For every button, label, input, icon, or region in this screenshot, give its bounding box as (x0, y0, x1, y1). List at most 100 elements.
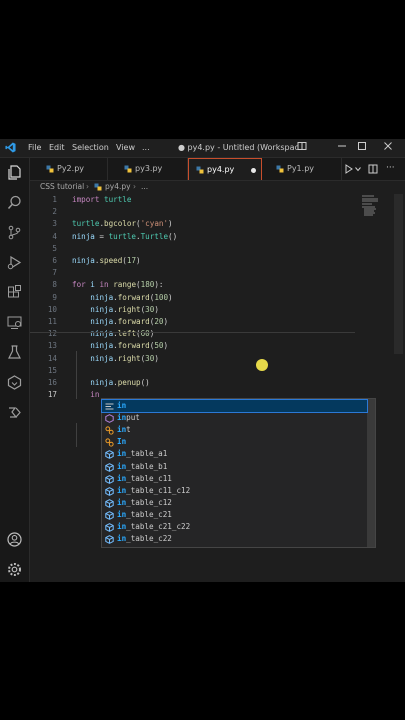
suggestion-label: In (117, 437, 127, 447)
line-number: 1 (52, 195, 57, 204)
chevron-down-icon[interactable] (355, 166, 361, 172)
suggestion-label: int (117, 425, 131, 435)
suggestion-item[interactable]: in_table_c11 (102, 473, 367, 485)
source-control-icon[interactable] (6, 224, 23, 241)
settings-gear-icon[interactable] (6, 561, 23, 578)
indent-guide (76, 423, 77, 447)
tab-py3[interactable]: py3.py (108, 158, 188, 180)
mouse-pointer-highlight (256, 359, 268, 371)
suggestion-item[interactable]: in_table_c11_c12 (102, 485, 367, 497)
line-number: 8 (52, 280, 57, 290)
python-file-icon (124, 165, 132, 173)
suggestions-scrollbar[interactable] (367, 399, 375, 547)
window-title: ● py4.py - Untitled (Workspac... (178, 143, 307, 152)
tab-label: Py1.py (287, 164, 315, 173)
breadcrumb-folder[interactable]: CSS tutorial (40, 181, 84, 193)
extensions-icon[interactable] (6, 284, 23, 301)
python-file-icon (46, 165, 54, 173)
testing-icon[interactable] (6, 344, 23, 361)
suggestion-label: in_table_c11_c12 (117, 485, 191, 495)
code-line[interactable]: import turtle (72, 195, 131, 204)
suggestion-item[interactable]: int (102, 424, 367, 436)
activity-bar (0, 158, 30, 582)
suggestion-label: in_table_c21 (117, 509, 172, 519)
search-icon[interactable] (6, 194, 23, 211)
suggestion-label: in_table_a1 (117, 449, 168, 459)
suggestion-item[interactable]: in_table_a1 (102, 448, 367, 460)
line-number: 7 (52, 268, 57, 278)
code-line[interactable]: ninja.right(30) (72, 354, 159, 363)
code-line[interactable]: ninja.right(30) (72, 305, 159, 314)
breadcrumb: CSS tutorial › py4.py › ... (30, 181, 405, 193)
autocomplete-suggestions: in input int In in_table_a1 in_table_b1 in_tab… (101, 398, 376, 548)
breadcrumb-file[interactable]: py4.py (105, 181, 131, 193)
remote-explorer-icon[interactable] (6, 314, 23, 331)
line-number: 11 (47, 317, 57, 326)
menu-selection[interactable]: Selection (72, 143, 109, 152)
code-line[interactable]: turtle.bgcolor('cyan') (72, 219, 173, 228)
suggestion-item[interactable]: in_table_c22 (102, 533, 367, 545)
breadcrumb-symbol[interactable]: ... (141, 181, 148, 193)
tab-label: py4.py (207, 165, 235, 174)
breadcrumb-separator-icon: › (86, 182, 89, 191)
vscode-logo-icon (5, 142, 16, 153)
suggestion-item[interactable]: in_table_c21_c22 (102, 521, 367, 533)
breadcrumb-separator-icon: › (133, 182, 136, 191)
maximize-icon[interactable] (356, 141, 368, 153)
tab-py2[interactable]: Py2.py (30, 158, 108, 180)
suggestion-item[interactable]: in_table_c21 (102, 509, 367, 521)
suggestion-item[interactable]: in (101, 399, 368, 413)
split-editor-icon[interactable] (368, 164, 378, 174)
menu-view[interactable]: View (116, 143, 135, 152)
code-line[interactable]: ninja = turtle.Turtle() (72, 232, 177, 241)
run-python-icon[interactable] (344, 164, 354, 174)
editor-scrollbar[interactable] (394, 194, 403, 354)
menu-edit[interactable]: Edit (49, 143, 65, 152)
python-file-icon (276, 165, 284, 173)
line-number: 6 (52, 256, 57, 265)
line-number: 12 (47, 329, 57, 339)
title-bar: File Edit Selection View ... ● py4.py - … (0, 139, 405, 158)
close-icon[interactable] (382, 141, 394, 153)
layout-toggle-icon[interactable] (296, 141, 308, 153)
code-line[interactable]: ninja.speed(17) (72, 256, 141, 265)
line-number: 15 (47, 365, 57, 375)
suggestion-item[interactable]: input (102, 412, 367, 424)
suggestion-label: in_table_c11 (117, 473, 172, 483)
line-number: 10 (47, 304, 57, 314)
more-actions-icon[interactable]: ··· (386, 158, 395, 178)
code-line[interactable]: ninja.forward(100) (72, 293, 172, 302)
copilot-icon[interactable] (6, 374, 23, 391)
code-line[interactable]: ninja.forward(20) (72, 317, 168, 326)
tab-py4[interactable]: py4.py (188, 158, 262, 180)
suggestion-item[interactable]: In (102, 436, 367, 448)
run-debug-icon[interactable] (6, 254, 23, 271)
code-line[interactable]: ninja.left(60) (72, 329, 154, 338)
suggestion-label: in_table_c22 (117, 534, 172, 544)
line-number: 14 (47, 353, 57, 363)
live-share-icon[interactable] (6, 404, 23, 421)
menu-file[interactable]: File (28, 143, 41, 152)
python-file-icon (94, 183, 102, 191)
suggestion-item[interactable]: in_table_b1 (102, 461, 367, 473)
line-number: 4 (52, 231, 57, 241)
line-number: 16 (47, 378, 57, 387)
suggestion-item[interactable]: in_table_c12 (102, 497, 367, 509)
minimize-icon[interactable] (336, 141, 348, 153)
code-line[interactable]: ninja.forward(50) (72, 341, 168, 350)
current-line-highlight (30, 332, 355, 333)
tab-py1[interactable]: Py1.py (262, 158, 342, 180)
account-icon[interactable] (6, 531, 23, 548)
line-number: 3 (52, 219, 57, 229)
menu-more[interactable]: ... (142, 143, 150, 152)
code-line[interactable]: ninja.penup() (72, 378, 149, 387)
unsaved-dot-icon[interactable] (251, 168, 256, 173)
code-line[interactable]: in (72, 390, 99, 399)
files-icon[interactable] (6, 164, 23, 181)
line-number: 5 (52, 243, 57, 253)
suggestion-label: in_table_c21_c22 (117, 522, 191, 531)
tab-label: py3.py (135, 164, 163, 173)
suggestion-label: in_table_b1 (117, 461, 168, 471)
code-line[interactable]: for i in range(180): (72, 280, 164, 289)
suggestion-label: in (117, 401, 127, 410)
